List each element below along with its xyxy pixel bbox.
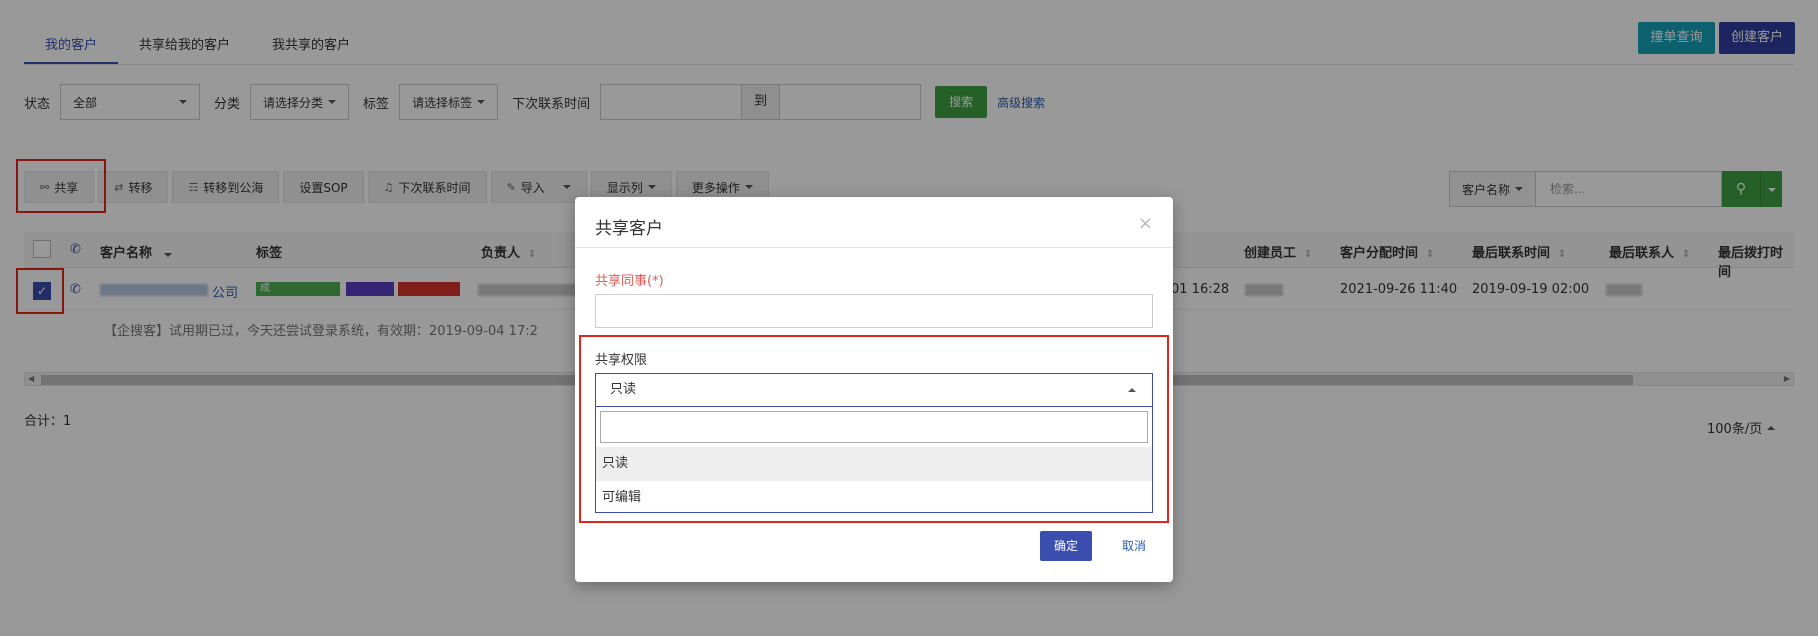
close-icon[interactable]: × [1138,213,1153,234]
colleague-input[interactable] [595,294,1153,328]
dialog-title: 共享客户 [595,219,663,239]
cancel-button[interactable]: 取消 [1114,531,1154,561]
highlight-permission-area [579,335,1169,523]
colleague-label: 共享同事(*) [595,274,664,289]
share-customer-dialog: 共享客户 × 共享同事(*) 共享权限 只读 只读 可编辑 确定 取消 [575,197,1173,582]
dialog-divider [575,247,1173,248]
confirm-button[interactable]: 确定 [1040,531,1092,561]
